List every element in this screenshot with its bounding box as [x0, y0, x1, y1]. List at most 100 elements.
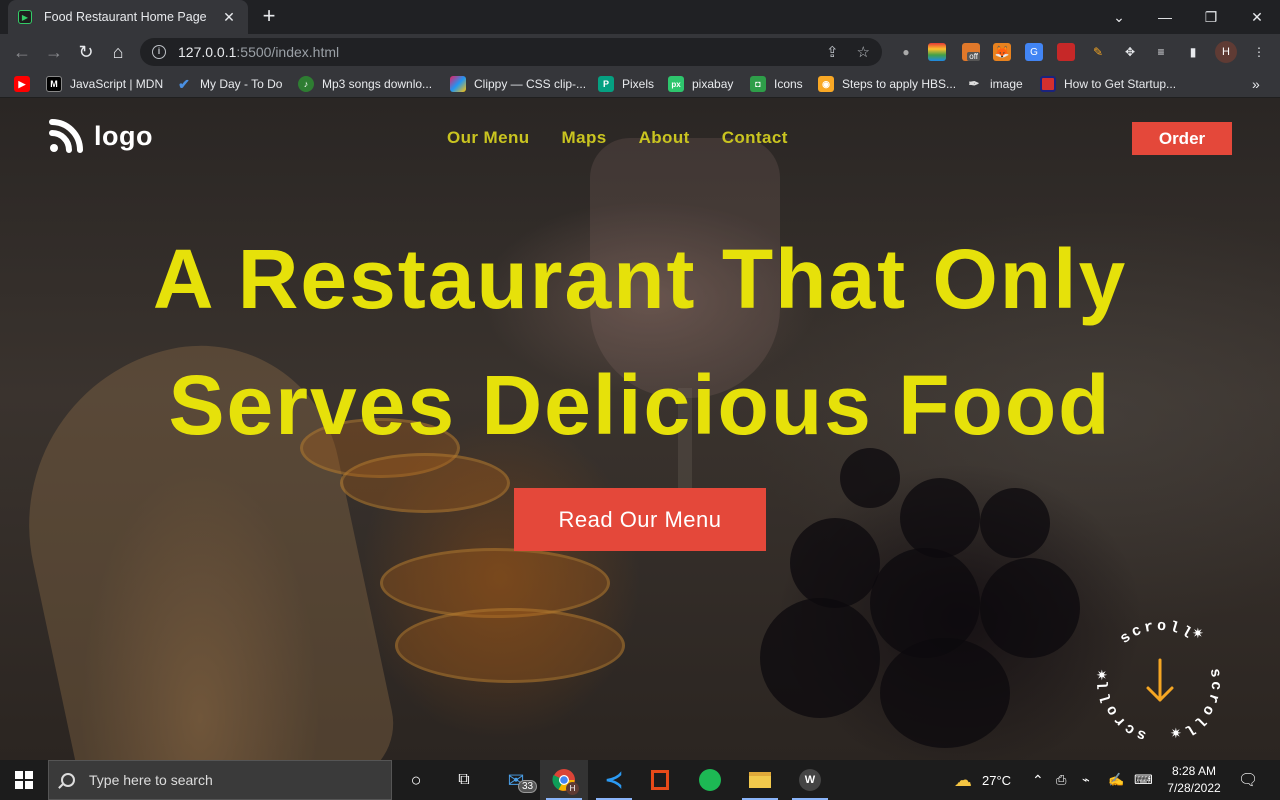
windows-logo-icon	[15, 771, 33, 789]
reload-button[interactable]: ↻	[74, 40, 98, 64]
tab-title: Food Restaurant Home Page	[44, 10, 207, 24]
grape-background	[790, 518, 880, 608]
bookmark-mdn[interactable]: M JavaScript | MDN	[46, 75, 163, 93]
start-button[interactable]	[0, 760, 48, 800]
terminal-w-icon: W	[799, 769, 821, 791]
sparkle-icon: ✷	[1096, 668, 1108, 684]
bookmark-todo[interactable]: ✔ My Day - To Do	[176, 75, 282, 93]
share-icon[interactable]: ⇪	[826, 43, 839, 61]
bookmark-label: My Day - To Do	[200, 77, 283, 91]
wsl-app[interactable]: W	[786, 760, 834, 800]
spotify-app[interactable]	[686, 760, 734, 800]
sparkle-icon: ✷	[1170, 726, 1182, 742]
file-explorer-app[interactable]	[736, 760, 784, 800]
order-button[interactable]: Order	[1132, 122, 1232, 155]
bookmark-mp3[interactable]: ♪ Mp3 songs downlo...	[298, 75, 432, 93]
weather-widget[interactable]: ☁ 27°C	[954, 760, 1011, 800]
nav-about[interactable]: About	[639, 128, 690, 148]
restaurant-page: logo Our Menu Maps About Contact Order A…	[0, 98, 1280, 760]
keyboard-icon[interactable]: ⌨	[1134, 760, 1153, 800]
bookmark-youtube[interactable]: ▶	[14, 75, 38, 93]
scroll-text-3: scroll	[1096, 678, 1146, 744]
nav-maps[interactable]: Maps	[562, 128, 607, 148]
bookmark-label: Icons	[774, 77, 803, 91]
menu-kebab-icon[interactable]: ⋮	[1250, 43, 1268, 61]
bookmark-clippy[interactable]: Clippy — CSS clip-...	[450, 75, 586, 93]
back-button[interactable]: ←	[10, 40, 34, 64]
task-view-icon[interactable]: ⧉	[440, 760, 488, 800]
home-button[interactable]: ⌂	[106, 40, 130, 64]
tab-close-icon[interactable]: ✕	[220, 8, 238, 26]
cortana-icon[interactable]: ○	[392, 760, 440, 800]
bookmark-icons[interactable]: ◘ Icons	[750, 75, 803, 93]
mail-app[interactable]: ✉ 33	[492, 760, 540, 800]
weather-temp: 27°C	[982, 772, 1012, 788]
grape-background	[980, 558, 1080, 658]
music-icon: ♪	[298, 76, 314, 92]
steps-icon: ◉	[818, 76, 834, 92]
extension-red-icon[interactable]	[1057, 43, 1075, 61]
logo-text: logo	[94, 120, 153, 151]
read-menu-button[interactable]: Read Our Menu	[514, 488, 766, 551]
network-icon[interactable]: ⌁	[1082, 760, 1090, 800]
address-bar[interactable]: i 127.0.0.1 :5500/index.html ⇪ ☆	[140, 38, 882, 66]
bookmark-star-icon[interactable]: ☆	[857, 43, 870, 61]
pen-icon[interactable]: ✎	[1089, 43, 1107, 61]
translate-icon[interactable]: G	[1025, 43, 1043, 61]
pexels-icon: P	[598, 76, 614, 92]
bookmark-pixabay[interactable]: px pixabay	[668, 75, 733, 93]
main-nav: Our Menu Maps About Contact	[447, 128, 788, 148]
bookmark-steps[interactable]: ◉ Steps to apply HBS...	[818, 75, 956, 93]
taskbar-search-box[interactable]: Type here to search	[48, 760, 392, 800]
clock-date: 7/28/2022	[1167, 781, 1221, 795]
extension-off-icon[interactable]: off	[962, 43, 980, 61]
extension-off-badge: off	[967, 52, 980, 61]
site-info-icon[interactable]: i	[152, 45, 166, 59]
bookmark-label: Clippy — CSS clip-...	[474, 77, 587, 91]
url-host: 127.0.0.1	[178, 44, 237, 60]
nav-our-menu[interactable]: Our Menu	[447, 128, 530, 148]
bookmarks-overflow-icon[interactable]: »	[1252, 75, 1260, 93]
minimize-button[interactable]: —	[1142, 0, 1188, 34]
scroll-indicator[interactable]: scroll scroll scroll ✷ ✷ ✷	[1092, 614, 1228, 750]
bookmark-startup[interactable]: How to Get Startup...	[1040, 75, 1176, 93]
extension-color-icon[interactable]	[928, 43, 946, 61]
metamask-icon[interactable]: 🦊	[993, 43, 1011, 61]
chrome-profile-badge: H	[566, 782, 579, 795]
close-window-button[interactable]: ✕	[1234, 0, 1280, 34]
meet-now-icon[interactable]: ⎙	[1056, 760, 1066, 800]
forward-button[interactable]: →	[42, 40, 66, 64]
icons-icon: ◘	[750, 76, 766, 92]
office-app[interactable]	[636, 760, 684, 800]
extensions-puzzle-icon[interactable]: ✥	[1121, 43, 1139, 61]
pen-workspace-icon[interactable]: ✍	[1108, 760, 1124, 800]
chrome-app[interactable]: H	[540, 760, 588, 800]
site-logo[interactable]: logo	[48, 118, 153, 154]
media-control-icon[interactable]: ≡	[1152, 43, 1170, 61]
side-panel-icon[interactable]: ▮	[1184, 43, 1202, 61]
system-clock[interactable]: 8:28 AM 7/28/2022	[1166, 763, 1222, 797]
orange-slice-background	[395, 608, 625, 683]
svg-text:scroll: scroll	[1096, 678, 1149, 744]
extension-mic-icon[interactable]: ●	[897, 43, 915, 61]
nav-contact[interactable]: Contact	[722, 128, 788, 148]
vscode-app[interactable]: ≺	[590, 760, 638, 800]
tab-search-chevron-icon[interactable]: ⌄	[1096, 0, 1142, 34]
show-hidden-icons[interactable]: ⌃	[1032, 760, 1044, 800]
browser-tab[interactable]: ▶ Food Restaurant Home Page ✕	[8, 0, 248, 34]
bookmark-label: Pixels	[622, 77, 655, 91]
bookmark-pixels[interactable]: P Pixels	[598, 75, 654, 93]
hero-heading: A Restaurant That Only Serves Delicious …	[0, 216, 1280, 468]
bookmark-image[interactable]: ✒ image	[966, 75, 1023, 93]
svg-text:scroll: scroll	[1117, 618, 1197, 648]
search-icon	[61, 773, 75, 787]
bookmark-label: Mp3 songs downlo...	[322, 77, 433, 91]
notification-center-icon[interactable]: 🗨	[1238, 760, 1258, 800]
clippy-icon	[450, 76, 466, 92]
startup-icon	[1040, 76, 1056, 92]
search-placeholder: Type here to search	[89, 772, 213, 788]
scroll-text-1: scroll	[1117, 618, 1194, 648]
profile-avatar[interactable]: H	[1215, 41, 1237, 63]
restore-button[interactable]: ❐	[1188, 0, 1234, 34]
new-tab-button[interactable]: +	[258, 5, 280, 28]
